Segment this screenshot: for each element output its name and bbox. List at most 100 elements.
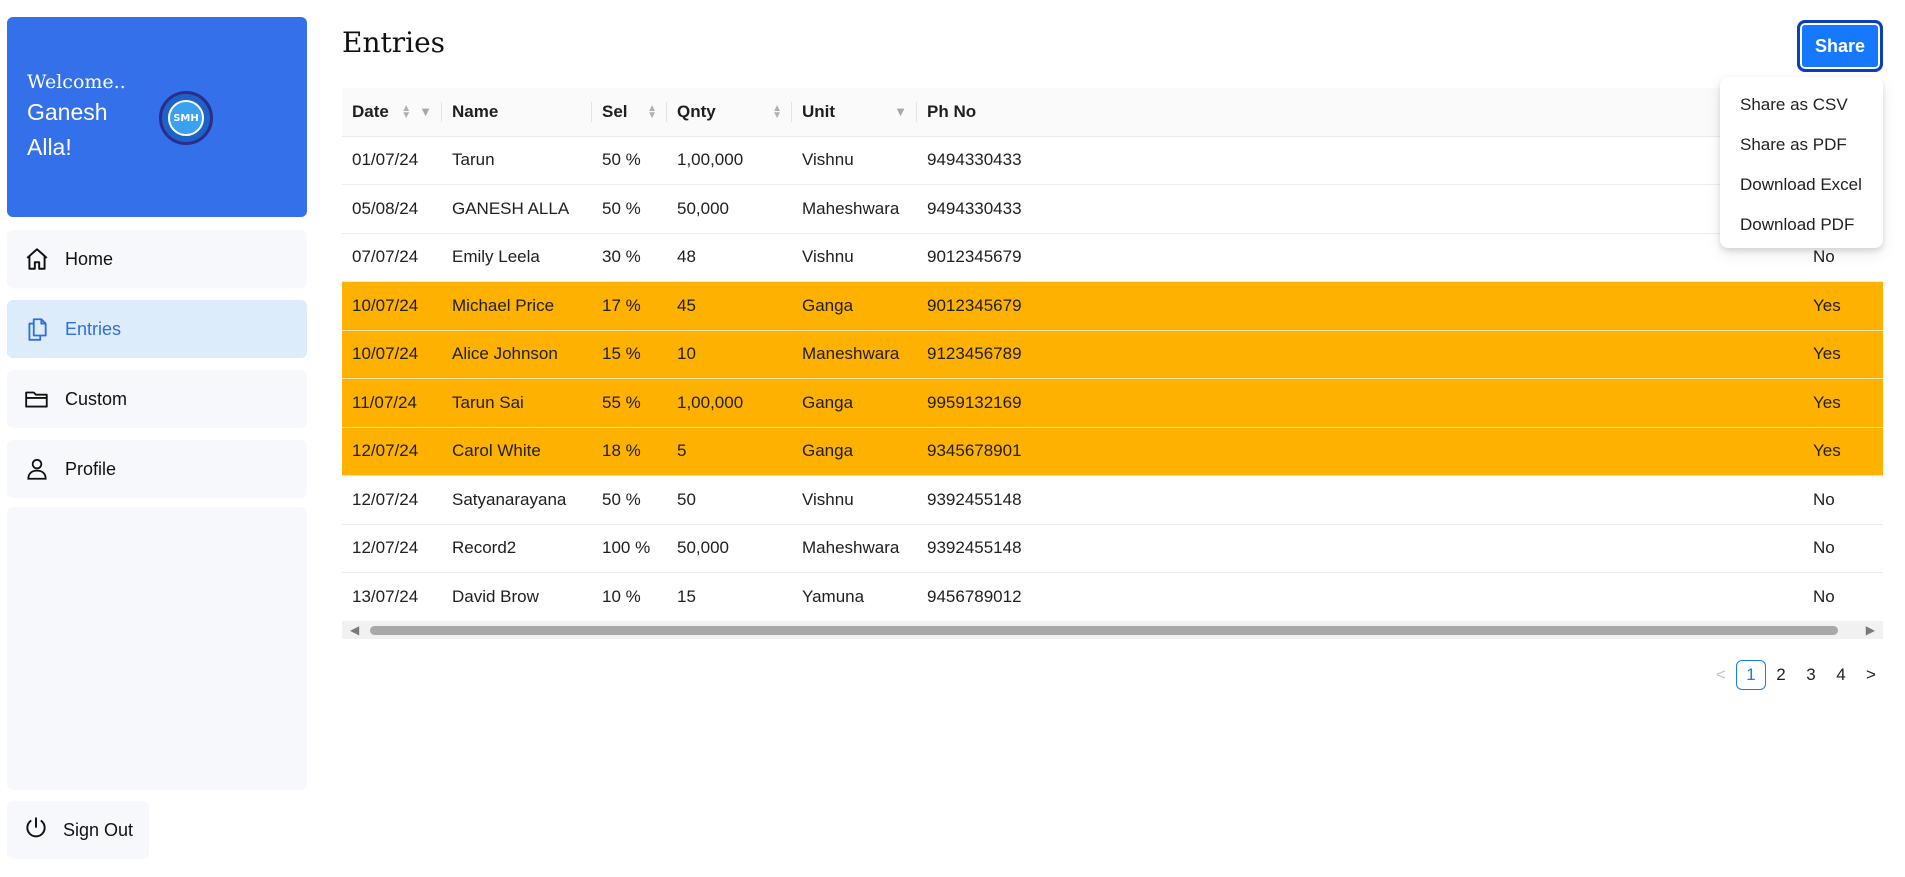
cell-qnty: 45 xyxy=(667,281,792,331)
cell-status: Yes xyxy=(1813,330,1883,379)
column-label-date: Date xyxy=(352,101,389,121)
column-header-sel[interactable]: Sel ▲ ▼ xyxy=(592,88,667,137)
pagination-next-icon[interactable]: > xyxy=(1856,660,1886,690)
filter-icon[interactable]: ▼ xyxy=(419,104,432,119)
column-header-qnty[interactable]: Qnty ▲ ▼ xyxy=(667,88,792,137)
cell-phone: 9012345679 xyxy=(917,233,1813,282)
documents-icon xyxy=(23,315,51,343)
cell-sel: 50 % xyxy=(592,184,667,234)
cell-unit: Ganga xyxy=(792,427,917,476)
home-icon xyxy=(23,245,51,273)
menu-item-download-pdf[interactable]: Download PDF xyxy=(1720,205,1883,245)
scroll-thumb[interactable] xyxy=(370,626,1838,635)
column-label-unit: Unit xyxy=(802,101,836,121)
menu-item-share-csv[interactable]: Share as CSV xyxy=(1720,85,1883,125)
folder-icon xyxy=(23,385,51,413)
nav-label-entries: Entries xyxy=(65,318,122,339)
cell-qnty: 50,000 xyxy=(667,184,792,234)
cell-status: Yes xyxy=(1813,427,1883,476)
column-header-name[interactable]: Name xyxy=(442,88,592,137)
sort-icon[interactable]: ▲ ▼ xyxy=(647,103,657,120)
table-row[interactable]: 07/07/24 Emily Leela 30 % 48 Vishnu 901234567… xyxy=(342,233,1883,282)
entries-table: Date ▲ ▼ ▼ Name Sel ▲ ▼ Qnty ▲ ▼ Unit ▼ … xyxy=(342,88,1883,622)
cell-phone: 9392455148 xyxy=(917,475,1813,525)
cell-status: No xyxy=(1813,524,1883,573)
cell-phone: 9456789012 xyxy=(917,572,1813,622)
nav-item-profile[interactable]: Profile xyxy=(7,440,307,498)
sort-icon[interactable]: ▲ ▼ xyxy=(401,103,411,120)
pagination-page-1[interactable]: 1 xyxy=(1736,660,1766,690)
cell-status: Yes xyxy=(1813,281,1883,331)
sort-icon[interactable]: ▲ ▼ xyxy=(772,103,782,120)
nav-item-home[interactable]: Home xyxy=(7,230,307,288)
cell-name: Tarun Sai xyxy=(442,378,592,428)
column-label-qnty: Qnty xyxy=(677,101,716,121)
cell-name: Carol White xyxy=(442,427,592,476)
pagination-prev-icon[interactable]: < xyxy=(1706,660,1736,690)
cell-date: 12/07/24 xyxy=(342,524,442,573)
cell-unit: Ganga xyxy=(792,378,917,428)
table-header-row: Date ▲ ▼ ▼ Name Sel ▲ ▼ Qnty ▲ ▼ Unit ▼ … xyxy=(342,88,1883,137)
menu-item-download-excel[interactable]: Download Excel xyxy=(1720,165,1883,205)
nav-item-custom[interactable]: Custom xyxy=(7,370,307,428)
table-row[interactable]: 05/08/24 GANESH ALLA 50 % 50,000 Maheshwara 9… xyxy=(342,184,1883,234)
nav-item-entries[interactable]: Entries xyxy=(7,300,307,358)
cell-sel: 18 % xyxy=(592,427,667,476)
welcome-greeting: Welcome.. xyxy=(27,71,126,93)
table-row[interactable]: 10/07/24 Alice Johnson 15 % 10 Maneshwara 912… xyxy=(342,330,1883,379)
scroll-left-arrow-icon[interactable]: ◀ xyxy=(350,623,359,637)
pagination-page-4[interactable]: 4 xyxy=(1826,660,1856,690)
pagination-page-2[interactable]: 2 xyxy=(1766,660,1796,690)
cell-date: 07/07/24 xyxy=(342,233,442,282)
cell-date: 13/07/24 xyxy=(342,572,442,622)
cell-date: 12/07/24 xyxy=(342,475,442,525)
scroll-right-arrow-icon[interactable]: ▶ xyxy=(1866,623,1875,637)
cell-sel: 17 % xyxy=(592,281,667,331)
cell-date: 05/08/24 xyxy=(342,184,442,234)
welcome-text: Welcome.. Ganesh Alla! xyxy=(27,69,127,165)
cell-sel: 55 % xyxy=(592,378,667,428)
cell-unit: Yamuna xyxy=(792,572,917,622)
table-row[interactable]: 10/07/24 Michael Price 17 % 45 Ganga 90123456… xyxy=(342,281,1883,331)
cell-status: No xyxy=(1813,572,1883,622)
share-dropdown-menu: Share as CSV Share as PDF Download Excel… xyxy=(1720,77,1883,248)
cell-sel: 50 % xyxy=(592,475,667,525)
pagination-page-3[interactable]: 3 xyxy=(1796,660,1826,690)
cell-unit: Vishnu xyxy=(792,136,917,185)
cell-name: Tarun xyxy=(442,136,592,185)
cell-qnty: 48 xyxy=(667,233,792,282)
cell-status: No xyxy=(1813,475,1883,525)
horizontal-scrollbar[interactable]: ◀ ▶ xyxy=(342,621,1883,639)
share-button[interactable]: Share xyxy=(1797,20,1883,72)
column-header-date[interactable]: Date ▲ ▼ ▼ xyxy=(342,88,442,137)
sign-out-button[interactable]: Sign Out xyxy=(7,801,149,859)
cell-unit: Maheshwara xyxy=(792,184,917,234)
cell-unit: Maheshwara xyxy=(792,524,917,573)
cell-name: GANESH ALLA xyxy=(442,184,592,234)
cell-sel: 100 % xyxy=(592,524,667,573)
column-header-phone[interactable]: Ph No xyxy=(917,88,1813,137)
table-row[interactable]: 12/07/24 Record2 100 % 50,000 Maheshwara 9392… xyxy=(342,524,1883,573)
cell-date: 11/07/24 xyxy=(342,378,442,428)
cell-phone: 9959132169 xyxy=(917,378,1813,428)
cell-unit: Vishnu xyxy=(792,475,917,525)
cell-name: Emily Leela xyxy=(442,233,592,282)
table-row[interactable]: 01/07/24 Tarun 50 % 1,00,000 Vishnu 949433043… xyxy=(342,136,1883,185)
cell-date: 10/07/24 xyxy=(342,330,442,379)
cell-sel: 15 % xyxy=(592,330,667,379)
menu-item-share-pdf[interactable]: Share as PDF xyxy=(1720,125,1883,165)
cell-phone: 9012345679 xyxy=(917,281,1813,331)
column-header-unit[interactable]: Unit ▼ xyxy=(792,88,917,137)
cell-date: 10/07/24 xyxy=(342,281,442,331)
cell-phone: 9392455148 xyxy=(917,524,1813,573)
table-row[interactable]: 13/07/24 David Brow 10 % 15 Yamuna 9456789012… xyxy=(342,572,1883,622)
cell-date: 01/07/24 xyxy=(342,136,442,185)
column-label-name: Name xyxy=(452,101,499,121)
table-row[interactable]: 11/07/24 Tarun Sai 55 % 1,00,000 Ganga 995913… xyxy=(342,378,1883,428)
cell-name: David Brow xyxy=(442,572,592,622)
cell-unit: Maneshwara xyxy=(792,330,917,379)
table-row[interactable]: 12/07/24 Carol White 18 % 5 Ganga 9345678901 Y… xyxy=(342,427,1883,476)
filter-icon[interactable]: ▼ xyxy=(894,104,907,119)
table-row[interactable]: 12/07/24 Satyanarayana 50 % 50 Vishnu 9392455… xyxy=(342,475,1883,525)
cell-qnty: 1,00,000 xyxy=(667,378,792,428)
